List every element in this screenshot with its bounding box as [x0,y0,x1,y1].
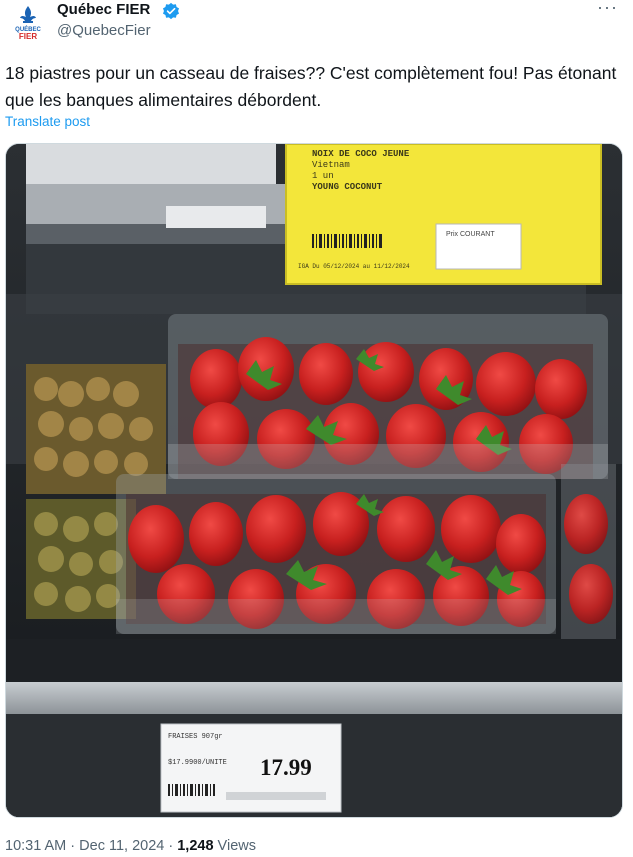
meta-separator-2: · [164,838,178,854]
tweet-meta: 10:31 AM · Dec 11, 2024 · 1,248 Views [5,836,256,856]
label-price: 17.99 [260,755,312,780]
translate-post-link[interactable]: Translate post [5,114,90,129]
sign-line2: Vietnam [312,160,350,170]
logo-text-bottom: FIER [19,32,37,41]
sign-line1: NOIX DE COCO JEUNE [312,149,410,159]
avatar[interactable]: QUÉBEC FIER [8,3,48,43]
sign-line4: YOUNG COCONUT [312,182,383,192]
tweet-time[interactable]: 10:31 AM [5,838,66,854]
sign-price-box: Prix COURANT [446,231,495,238]
sign-dates: IGA Du 05/12/2024 au 11/12/2024 [298,263,410,270]
meta-separator: · [66,838,80,854]
display-name[interactable]: Québec FIER [57,0,150,20]
tweet-photo[interactable]: NOIX DE COCO JEUNE Vietnam 1 un YOUNG CO… [5,143,623,818]
label-unit-price: $17.9900/UNITE [168,759,227,767]
views-count: 1,248 [177,838,214,854]
fleur-de-lis-logo: QUÉBEC FIER [15,6,42,41]
more-options-icon[interactable]: ··· [597,0,618,17]
tweet-date[interactable]: Dec 11, 2024 [79,838,164,854]
sign-line3: 1 un [312,171,334,181]
tweet-header: QUÉBEC FIER Québec FIER @QuebecFier ··· [0,0,633,52]
verified-badge-icon [162,2,180,20]
tweet-text: 18 piastres pour un casseau de fraises??… [5,63,617,110]
author-handle[interactable]: @QuebecFier [57,21,151,41]
label-product: FRAISES 907gr [168,733,223,741]
views-label: Views [213,838,256,854]
